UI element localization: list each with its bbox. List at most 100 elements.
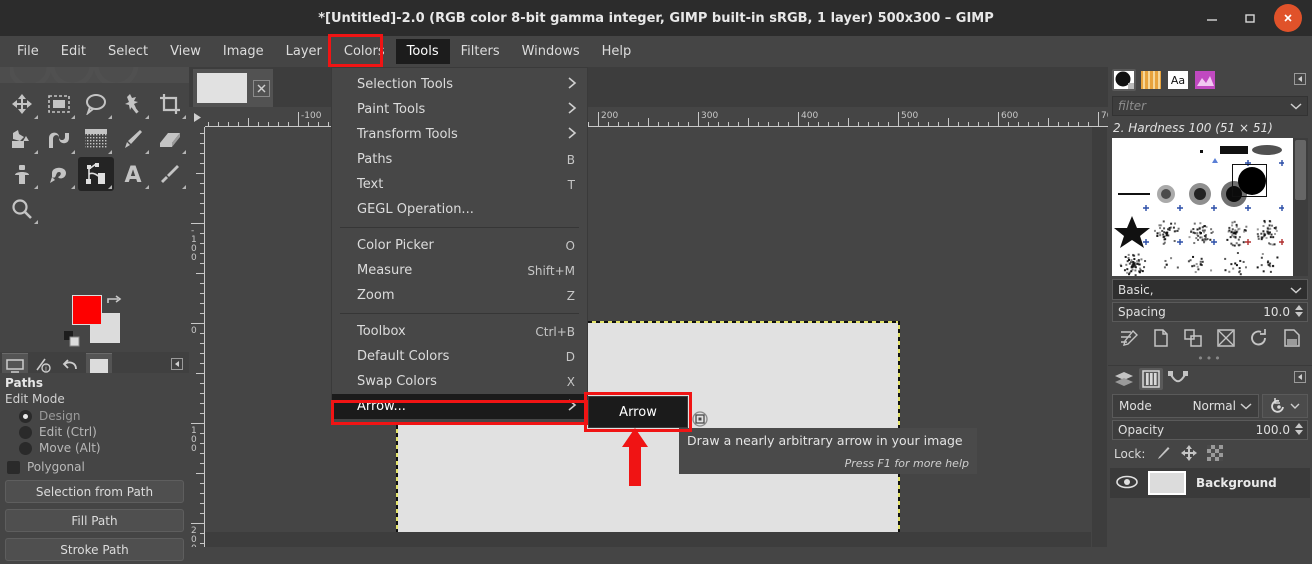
radio-indicator[interactable]	[19, 426, 32, 439]
menu-item-windows[interactable]: Windows	[511, 39, 591, 64]
brush-filter-row[interactable]: filter	[1112, 96, 1308, 116]
close-icon[interactable]	[253, 80, 270, 97]
menu-item-measure[interactable]: Measure Shift+M	[332, 258, 587, 283]
spacing-value[interactable]: 10.0	[1263, 305, 1290, 319]
menu-item-zoom[interactable]: Zoom Z	[332, 283, 587, 308]
fuzzy-select-tool[interactable]	[115, 87, 151, 121]
color-picker-tool[interactable]	[152, 157, 188, 191]
menu-item-image[interactable]: Image	[212, 39, 275, 64]
image-tab[interactable]	[193, 69, 273, 107]
refresh-brushes-icon[interactable]	[1249, 328, 1269, 351]
close-button[interactable]	[1270, 0, 1306, 36]
zoom-tool[interactable]	[4, 192, 40, 226]
free-select-tool[interactable]	[78, 87, 114, 121]
layer-blend-space-button[interactable]	[1262, 394, 1308, 418]
list-item[interactable]: Background	[1110, 468, 1310, 498]
chevron-down-icon[interactable]	[1240, 399, 1252, 413]
menu-item-text[interactable]: Text T	[332, 172, 587, 197]
radio-design[interactable]: Design	[19, 409, 184, 423]
selection-from-path-button[interactable]: Selection from Path	[5, 480, 184, 503]
menu-item-colors[interactable]: Colors	[333, 39, 396, 64]
panel-resize-handle[interactable]: •••	[1108, 355, 1312, 365]
gradient-tool[interactable]	[78, 122, 114, 156]
radio-move-alt[interactable]: Move (Alt)	[19, 441, 184, 455]
chevron-down-icon[interactable]	[1290, 283, 1302, 297]
brush-grid-scrollbar[interactable]	[1293, 138, 1308, 276]
swap-colors-icon[interactable]	[106, 293, 122, 310]
chevron-down-icon[interactable]	[1290, 99, 1302, 113]
quick-mask-toggle[interactable]	[189, 531, 204, 546]
smudge-tool[interactable]	[41, 157, 77, 191]
dock-menu-icon[interactable]	[1294, 371, 1306, 386]
radio-indicator[interactable]	[19, 442, 32, 455]
lock-position-icon[interactable]	[1181, 445, 1197, 464]
move-tool[interactable]	[4, 87, 40, 121]
brush-filter-input[interactable]: filter	[1118, 99, 1146, 113]
stroke-path-button[interactable]: Stroke Path	[5, 538, 184, 561]
paths-tab[interactable]	[1166, 368, 1190, 390]
menu-item-help[interactable]: Help	[591, 39, 643, 64]
layer-mode-combo[interactable]: Mode Normal	[1112, 394, 1259, 418]
menu-item-edit[interactable]: Edit	[50, 39, 97, 64]
warp-transform-tool[interactable]	[41, 122, 77, 156]
menu-item-arrow[interactable]: Arrow...	[332, 394, 587, 419]
fonts-tab[interactable]: Aa	[1166, 69, 1190, 91]
opacity-spinner[interactable]: Opacity 100.0	[1112, 420, 1308, 440]
eraser-tool[interactable]	[152, 122, 188, 156]
menu-item-tools[interactable]: Tools	[396, 39, 450, 64]
paintbrush-tool[interactable]	[115, 122, 151, 156]
arrow-submenu-item[interactable]: Arrow	[588, 396, 688, 428]
menu-item-swap-colors[interactable]: Swap Colors X	[332, 369, 587, 394]
polygonal-checkbox[interactable]	[7, 461, 20, 474]
brush-grid-items[interactable]	[1112, 138, 1293, 276]
brush-grid[interactable]	[1112, 138, 1308, 276]
spacing-spinner[interactable]: Spacing 10.0	[1112, 302, 1308, 322]
open-brush-as-image-icon[interactable]	[1282, 328, 1302, 351]
menu-item-default-colors[interactable]: Default Colors D	[332, 344, 587, 369]
radio-indicator[interactable]	[19, 410, 32, 423]
edit-brush-icon[interactable]	[1119, 328, 1139, 351]
vertical-ruler[interactable]: -1000100200	[189, 127, 205, 547]
eye-icon[interactable]	[1116, 475, 1138, 492]
ruler-origin-button[interactable]	[189, 107, 205, 127]
menu-item-paint-tools[interactable]: Paint Tools	[332, 97, 587, 122]
lock-pixels-icon[interactable]	[1155, 445, 1171, 464]
crop-tool[interactable]	[152, 87, 188, 121]
canvas-vertical-scrollbar[interactable]	[1092, 127, 1107, 547]
menu-item-paths[interactable]: Paths B	[332, 147, 587, 172]
dock-menu-icon[interactable]	[1294, 73, 1306, 88]
brushes-tab[interactable]	[1112, 69, 1136, 91]
spinner-arrows-icon[interactable]	[1294, 421, 1304, 440]
menu-item-selection-tools[interactable]: Selection Tools	[332, 72, 587, 97]
brush-set-combo[interactable]: Basic,	[1112, 279, 1308, 300]
layers-tab[interactable]	[1112, 368, 1136, 390]
maximize-icon[interactable]	[1232, 0, 1268, 36]
radio-edit-ctrl[interactable]: Edit (Ctrl)	[19, 425, 184, 439]
text-tool[interactable]: A	[115, 157, 151, 191]
fill-path-button[interactable]: Fill Path	[5, 509, 184, 532]
menu-item-select[interactable]: Select	[97, 39, 159, 64]
bucket-fill-tool[interactable]	[4, 122, 40, 156]
menu-item-gegl-operation[interactable]: GEGL Operation...	[332, 197, 587, 222]
delete-brush-icon[interactable]	[1216, 328, 1236, 351]
new-brush-icon[interactable]	[1152, 328, 1170, 351]
menu-item-view[interactable]: View	[159, 39, 212, 64]
spinner-arrows-icon[interactable]	[1294, 303, 1304, 322]
reset-colors-icon[interactable]	[64, 331, 80, 350]
channels-tab[interactable]	[1139, 368, 1163, 390]
menu-item-layer[interactable]: Layer	[275, 39, 333, 64]
menu-item-color-picker[interactable]: Color Picker O	[332, 233, 587, 258]
lock-alpha-icon[interactable]	[1207, 445, 1223, 464]
duplicate-brush-icon[interactable]	[1183, 328, 1203, 351]
clone-tool[interactable]	[4, 157, 40, 191]
panel-collapse-icon[interactable]	[171, 358, 183, 373]
polygonal-checkbox-row[interactable]: Polygonal	[7, 460, 184, 474]
gradients-tab[interactable]	[1193, 69, 1217, 91]
menu-item-toolbox[interactable]: Toolbox Ctrl+B	[332, 319, 587, 344]
menu-item-filters[interactable]: Filters	[450, 39, 511, 64]
patterns-tab[interactable]	[1139, 69, 1163, 91]
rectangle-select-tool[interactable]	[41, 87, 77, 121]
foreground-color-swatch[interactable]	[72, 295, 102, 325]
opacity-value[interactable]: 100.0	[1256, 423, 1290, 437]
canvas-horizontal-scrollbar[interactable]	[205, 532, 1091, 547]
